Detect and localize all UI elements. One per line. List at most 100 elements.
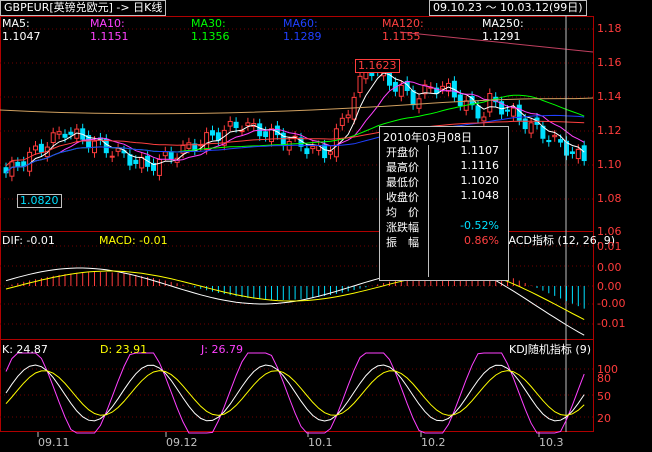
info-label: 均 价 [386, 206, 419, 219]
info-value: 1.1020 [460, 174, 500, 187]
candle-body [27, 151, 33, 172]
candle-body [475, 105, 481, 119]
kdj-tick: 50 [597, 390, 611, 403]
candle-body [156, 158, 162, 176]
candle-body [440, 85, 446, 90]
x-tick: 09.11 [38, 436, 70, 449]
candle-body [204, 132, 210, 150]
info-label: 收盘价 [386, 191, 419, 204]
stock-chart[interactable] [0, 0, 652, 452]
x-tick: 10.2 [421, 436, 446, 449]
ma250-label: MA250: 1.1291 [482, 17, 524, 43]
candle-body [115, 148, 121, 152]
candle-body [333, 128, 339, 158]
info-value: 1.1048 [460, 189, 500, 202]
candle-body [210, 130, 215, 136]
candle-body [505, 109, 510, 112]
macd-tick: -0.00 [597, 297, 626, 310]
candle-body [322, 144, 328, 159]
candle-body [339, 117, 345, 126]
info-label: 振 幅 [386, 236, 419, 249]
info-row-change: 涨跌幅 -0.52% [383, 219, 503, 234]
high-price-mark: 1.1623 [355, 59, 400, 73]
candle-body [227, 120, 233, 127]
symbol-title[interactable]: GBPEUR[英镑兑欧元] -> 日K线 [0, 0, 167, 16]
candle-body [487, 93, 493, 113]
price-tick: 1.12 [597, 124, 622, 137]
candle-body [528, 122, 534, 134]
ma120-label: MA120: 1.1155 [382, 17, 424, 43]
info-label: 最高价 [386, 161, 419, 174]
low-price-mark: 1.0820 [17, 194, 62, 208]
macd-tick: 0.00 [597, 280, 622, 293]
macd-tick: 0.00 [597, 261, 622, 274]
candle-body [546, 139, 552, 143]
candle-body [552, 134, 558, 138]
candle-body [50, 132, 56, 144]
info-row-close: 收盘价 1.1048 [383, 189, 503, 204]
k-label: K: 24.87 [2, 343, 48, 356]
kdj-tick: 20 [597, 412, 611, 425]
candle-body [510, 107, 516, 117]
ma10-label: MA10: 1.1151 [90, 17, 129, 43]
price-tick: 1.18 [597, 22, 622, 35]
info-value: -0.52% [460, 219, 499, 232]
info-label: 开盘价 [386, 146, 419, 159]
candle-body [127, 154, 133, 166]
info-row-avg: 均 价 [383, 204, 503, 219]
candle-body [62, 133, 68, 138]
candle-body [133, 159, 139, 165]
candle-body [139, 156, 145, 169]
candle-body [304, 148, 310, 155]
date-range: 09.10.23 ～ 10.03.12(99日) [429, 0, 587, 16]
macd-label: MACD: -0.01 [99, 234, 168, 247]
candle-body [38, 143, 44, 153]
candle-body [68, 131, 74, 135]
candle-body [522, 118, 528, 130]
info-row-amplitude: 振 幅 0.86% [383, 234, 503, 249]
price-tick: 1.10 [597, 158, 622, 171]
price-tick: 1.16 [597, 56, 622, 69]
info-value: 1.1107 [460, 144, 500, 157]
x-tick: 10.3 [539, 436, 564, 449]
info-row-low: 最低价 1.1020 [383, 174, 503, 189]
macd-tick: -0.01 [597, 317, 626, 330]
info-label: 涨跌幅 [386, 221, 419, 234]
ohlc-info-panel: 2010年03月08日 开盘价 1.1107 最高价 1.1116 最低价 1.… [379, 126, 509, 281]
ma60-label: MA60: 1.1289 [283, 17, 322, 43]
candle-body [15, 161, 21, 167]
candle-body [481, 116, 487, 122]
j-label: J: 26.79 [201, 343, 243, 356]
candle-body [310, 145, 316, 150]
ma5-label: MA5: 1.1047 [2, 17, 41, 43]
info-date: 2010年03月08日 [383, 131, 472, 144]
dif-label: DIF: -0.01 [2, 234, 55, 247]
candle-body [357, 75, 363, 93]
kdj-indicator-name[interactable]: KDJ随机指标 (9) [509, 343, 591, 356]
info-value: 0.86% [464, 234, 499, 247]
candle-body [457, 94, 463, 106]
candle-body [186, 142, 192, 149]
kdj-tick: 80 [597, 372, 611, 385]
candle-body [233, 121, 239, 129]
price-tick: 1.14 [597, 90, 622, 103]
ma30-label: MA30: 1.1356 [191, 17, 230, 43]
candle-body [398, 84, 404, 97]
candle-body [328, 151, 333, 155]
info-value: 1.1116 [460, 159, 500, 172]
info-row-high: 最高价 1.1116 [383, 159, 503, 174]
candle-body [575, 148, 581, 160]
candle-body [103, 138, 109, 154]
candle-body [345, 114, 351, 119]
info-row-open: 开盘价 1.1107 [383, 144, 503, 159]
d-label: D: 23.91 [100, 343, 148, 356]
candle-body [109, 155, 115, 158]
candle-body [263, 131, 269, 138]
candle-body [558, 139, 564, 143]
price-tick: 1.08 [597, 192, 622, 205]
candle-body [569, 151, 575, 154]
x-tick: 09.12 [166, 436, 198, 449]
info-label: 最低价 [386, 176, 419, 189]
candle-body [245, 122, 251, 127]
candle-body [269, 128, 274, 143]
